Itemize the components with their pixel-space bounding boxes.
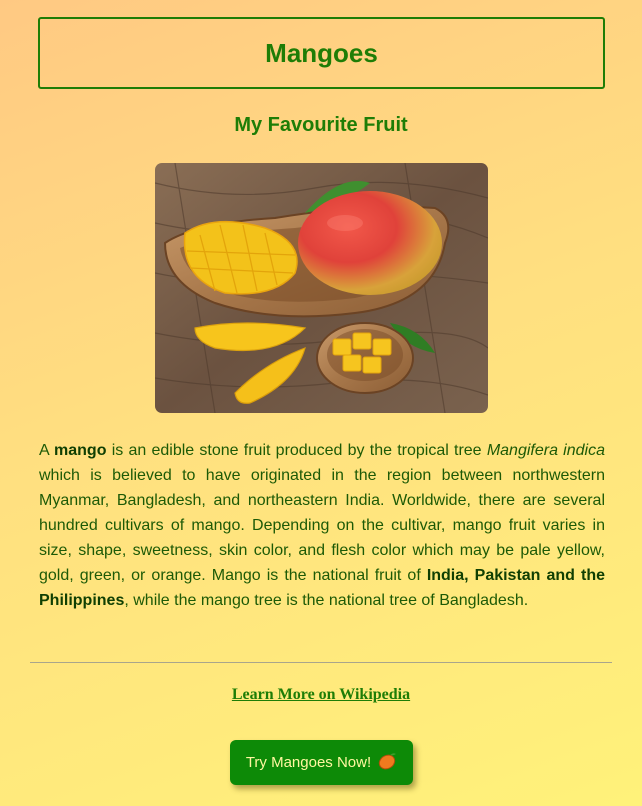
mango-description: A mango is an edible stone fruit produce…	[39, 438, 605, 613]
wikipedia-link[interactable]: Learn More on Wikipedia	[0, 686, 642, 704]
mango-photo	[155, 163, 488, 413]
try-mangoes-label: Try Mangoes Now!	[245, 754, 372, 771]
try-mangoes-button[interactable]: Try Mangoes Now!	[230, 740, 413, 785]
header-box: Mangoes	[38, 17, 605, 89]
mango-emoji-icon	[377, 752, 397, 774]
mango-term: mango	[54, 442, 107, 459]
divider	[30, 662, 612, 663]
description-end-text: , while the mango tree is the national t…	[124, 592, 529, 609]
description-intro: A	[39, 442, 55, 459]
subtitle: My Favourite Fruit	[234, 114, 408, 136]
species-name: Mangifera indica	[486, 442, 605, 459]
page-title: Mangoes	[265, 37, 378, 68]
description-text: is an edible stone fruit produced by the…	[106, 442, 487, 459]
